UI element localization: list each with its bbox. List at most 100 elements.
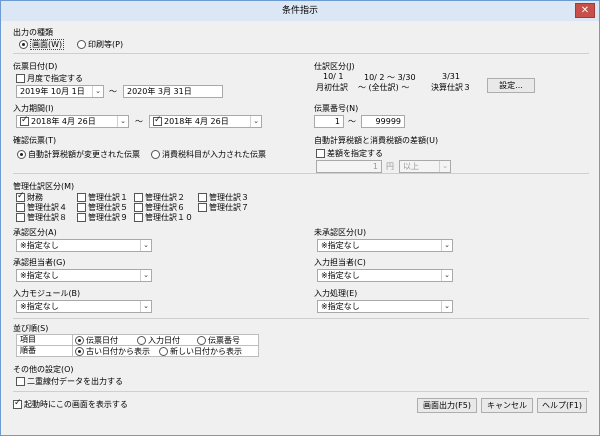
mgmt-item-label: 管理仕訳１ [88,193,128,202]
sort-row2-label: 順番 [17,346,73,356]
slip-number-to[interactable]: 99999 [361,115,405,128]
mgmt-item-label: 管理仕訳６ [145,203,185,212]
month-check[interactable]: 月度で指定する [16,73,83,84]
checkbox-icon [16,213,25,222]
mgmt-item-label: 管理仕訳７ [209,203,249,212]
radio-screen[interactable]: 画面(W) [19,39,65,50]
checkbox-icon [77,213,86,222]
slip-number-from-value: 1 [334,117,340,126]
radio-icon [197,336,206,345]
unapproved-value: ※指定なし [321,241,360,250]
journal-label-3: 決算仕訳３ [431,83,471,92]
slip-number-to-value: 99999 [375,117,401,126]
input-person-value: ※指定なし [321,271,360,280]
input-person-title: 入力担当者(C) [314,258,366,267]
dropdown-icon[interactable]: ⌄ [250,116,261,127]
mgmt-item-7[interactable]: 管理仕訳７ [198,202,249,213]
dropdown-icon[interactable]: ⌄ [117,116,128,127]
tax-diff-cond-value: 以上 [403,162,419,171]
title-bar: 条件指示 [1,1,599,21]
radio-icon [159,347,168,356]
double-line-check-label: 二重線付データを出力する [27,377,123,386]
slip-number-from[interactable]: 1 [314,115,344,128]
unapproved-select[interactable]: ※指定なし ⌄ [317,239,453,252]
checkbox-icon [77,193,86,202]
separator [13,391,589,392]
input-period-to[interactable]: 2018年 4月 26日 ⌄ [149,115,262,128]
radio-icon [151,150,160,159]
separator [13,53,589,54]
dropdown-icon[interactable]: ⌄ [140,301,151,312]
journal-settings-button[interactable]: 設定... [487,78,535,93]
other-title: その他の設定(O) [13,365,74,374]
cancel-button[interactable]: キャンセル [481,398,533,413]
mgmt-item-8[interactable]: 管理仕訳８ [16,212,67,223]
dropdown-icon[interactable]: ⌄ [92,86,103,97]
approval-select[interactable]: ※指定なし ⌄ [16,239,152,252]
checkbox-icon [16,203,25,212]
mgmt-item-label: 管理仕訳１０ [145,213,193,222]
radio-print-label: 印刷等(P) [88,40,124,49]
dropdown-icon[interactable]: ⌄ [140,240,151,251]
dropdown-icon[interactable]: ⌄ [439,161,450,172]
approval-value: ※指定なし [20,241,59,250]
input-module-select[interactable]: ※指定なし ⌄ [16,300,152,313]
input-period-from-value: 2018年 4月 26日 [31,117,96,126]
radio-label: 入力日付 [148,336,180,345]
dropdown-icon[interactable]: ⌄ [441,240,452,251]
input-process-title: 入力処理(E) [314,289,358,298]
mgmt-item-10[interactable]: 管理仕訳１０ [134,212,193,223]
screen-output-button[interactable]: 画面出力(F5) [417,398,477,413]
month-check-label: 月度で指定する [27,74,83,83]
approver-select[interactable]: ※指定なし ⌄ [16,269,152,282]
slip-date-to[interactable]: 2020年 3月 31日 [123,85,223,98]
tax-diff-check[interactable]: 差額を指定する [316,148,383,159]
tax-diff-amount-value: 1 [372,162,378,171]
checkbox-icon[interactable] [20,116,29,126]
slip-date-from-value: 2019年 10月 1日 [20,87,85,96]
startup-check[interactable]: 起動時にこの画面を表示する [13,398,128,410]
tax-diff-title: 自動計算税額と消費税額の差額(U) [314,136,439,145]
journal-category-title: 仕訳区分(J) [314,62,355,71]
help-button[interactable]: ヘルプ(F1) [537,398,587,413]
checkbox-icon [16,377,25,386]
input-period-from[interactable]: 2018年 4月 26日 ⌄ [16,115,129,128]
radio-icon [17,150,26,159]
mgmt-item-9[interactable]: 管理仕訳９ [77,212,128,223]
tax-diff-unit: 円 [386,162,394,171]
checkbox-icon [134,203,143,212]
tax-diff-cond[interactable]: 以上 ⌄ [399,160,451,173]
checkbox-icon[interactable] [153,116,162,126]
dropdown-icon[interactable]: ⌄ [441,270,452,281]
slip-number-tilde: 〜 [348,117,356,126]
approver-title: 承認担当者(G) [13,258,66,267]
radio-print[interactable]: 印刷等(P) [77,39,123,50]
slip-date-title: 伝票日付(D) [13,62,58,71]
input-person-select[interactable]: ※指定なし ⌄ [317,269,453,282]
radio-tax-changed[interactable]: 自動計算税額が変更された伝票 [17,149,140,160]
radio-tax-account[interactable]: 消費税科目が入力された伝票 [151,149,266,160]
radio-sort-new-first[interactable]: 新しい日付から表示 [159,346,242,357]
separator [13,173,589,174]
dropdown-icon[interactable]: ⌄ [441,301,452,312]
radio-label: 伝票日付 [86,336,118,345]
slip-date-from[interactable]: 2019年 10月 1日 ⌄ [16,85,104,98]
radio-sort-old-first[interactable]: 古い日付から表示 [75,346,150,357]
approval-title: 承認区分(A) [13,228,57,237]
mgmt-item-label: 財務 [27,193,43,202]
double-line-check[interactable]: 二重線付データを出力する [16,376,123,387]
input-process-select[interactable]: ※指定なし ⌄ [317,300,453,313]
journal-date-1: 10/ 1 [323,72,344,81]
approver-value: ※指定なし [20,271,59,280]
close-button[interactable]: ✕ [575,3,595,18]
input-module-value: ※指定なし [20,302,59,311]
input-module-title: 入力モジュール(B) [13,289,81,298]
tax-diff-amount[interactable]: 1 [316,160,382,173]
radio-icon [77,40,86,49]
mgmt-item-label: 管理仕訳３ [209,193,249,202]
radio-label: 伝票番号 [208,336,240,345]
dropdown-icon[interactable]: ⌄ [140,270,151,281]
mgmt-item-label: 管理仕訳９ [88,213,128,222]
radio-icon [137,336,146,345]
window-title: 条件指示 [281,6,318,16]
